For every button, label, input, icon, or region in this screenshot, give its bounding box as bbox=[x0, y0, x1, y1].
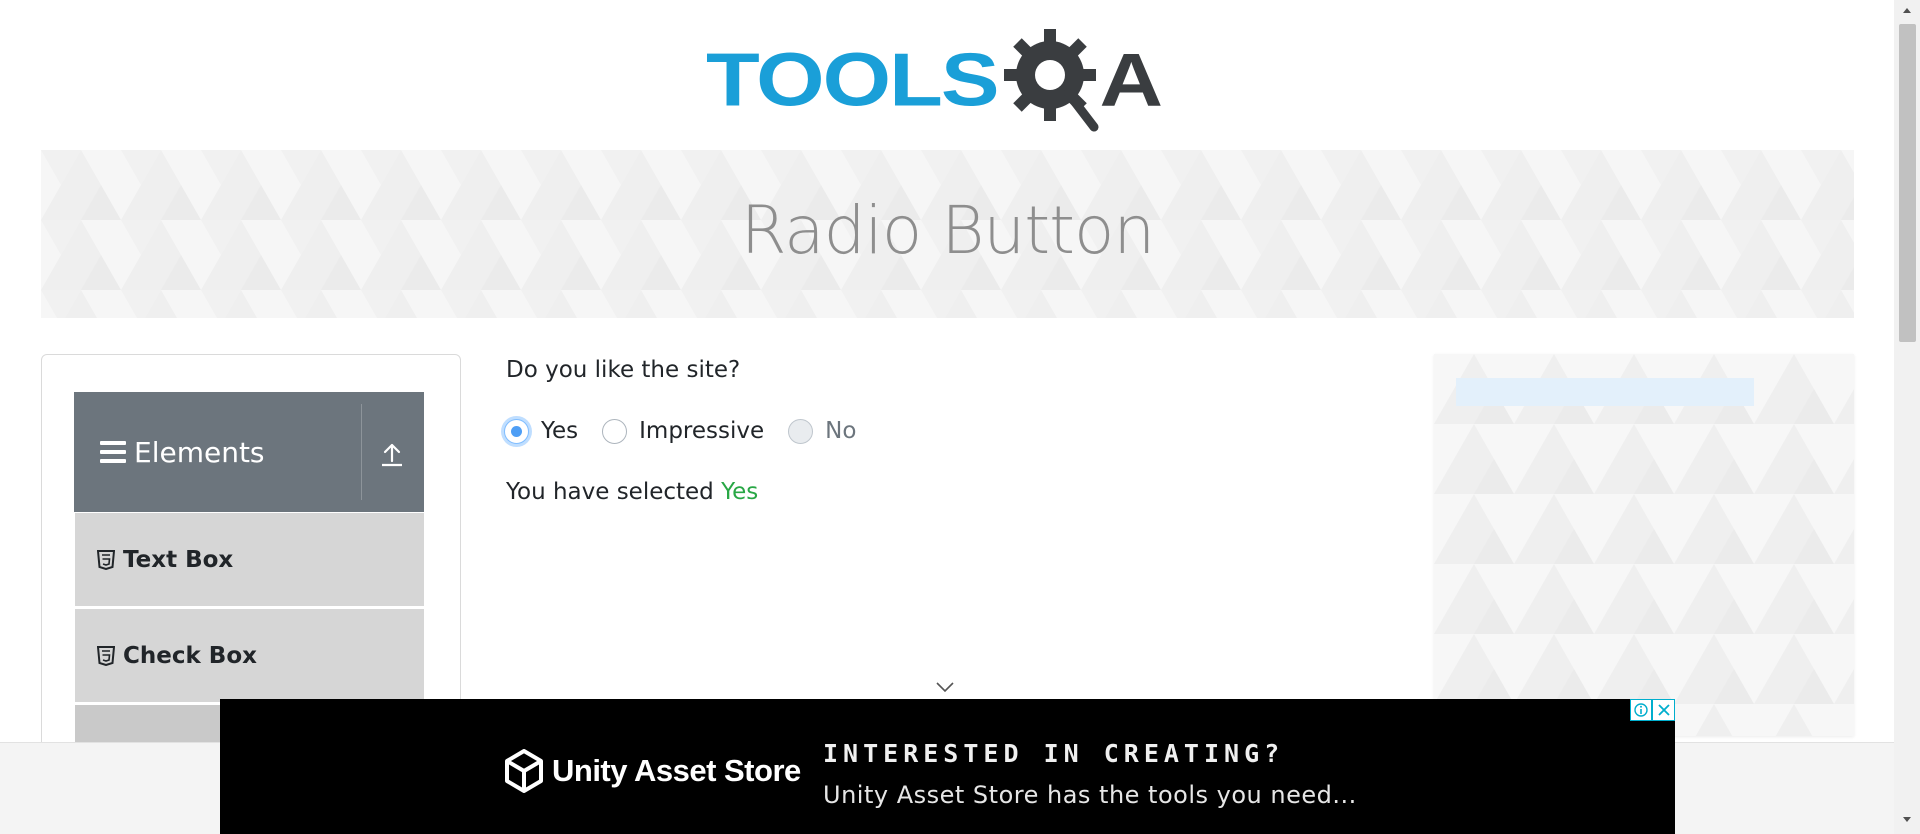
radio-option-yes[interactable]: Yes bbox=[504, 418, 578, 444]
site-header: TOOLS A bbox=[0, 0, 1894, 150]
ad-pattern bbox=[1434, 354, 1854, 736]
radio-label-no: No bbox=[825, 418, 857, 444]
result-prefix: You have selected bbox=[506, 479, 714, 505]
sidebar-accordion: Elements Text Box Check Box bbox=[41, 354, 461, 754]
radio-label-impressive[interactable]: Impressive bbox=[639, 418, 764, 444]
scrollbar-thumb[interactable] bbox=[1899, 24, 1916, 342]
html5-icon bbox=[97, 549, 115, 570]
group-header-elements[interactable]: Elements bbox=[74, 392, 424, 512]
bottom-banner-ad[interactable]: Unity Asset Store INTERESTED IN CREATING… bbox=[220, 699, 1675, 834]
sidebar-item-text-box[interactable]: Text Box bbox=[75, 513, 424, 607]
vertical-scrollbar[interactable] bbox=[1894, 0, 1920, 834]
ad-subline: Unity Asset Store has the tools you need… bbox=[823, 781, 1357, 809]
ad-close-icon[interactable] bbox=[1652, 699, 1675, 721]
group-title: Elements bbox=[134, 435, 265, 469]
page-title: Radio Button bbox=[740, 192, 1155, 269]
question-text: Do you like the site? bbox=[506, 357, 741, 383]
header-divider bbox=[361, 404, 362, 500]
sidebar-item-label: Check Box bbox=[123, 642, 257, 669]
hamburger-icon bbox=[100, 439, 126, 465]
page-banner: Radio Button bbox=[41, 150, 1854, 318]
radio-label-yes[interactable]: Yes bbox=[541, 418, 578, 444]
radio-option-no: No bbox=[788, 418, 856, 444]
radio-impressive[interactable] bbox=[602, 418, 628, 444]
radio-no bbox=[788, 418, 814, 444]
ad-info-icon[interactable] bbox=[1630, 699, 1652, 721]
sidebar-item-check-box[interactable]: Check Box bbox=[75, 609, 424, 703]
toolsqa-logo[interactable]: TOOLS A bbox=[706, 22, 1194, 138]
chevron-down-icon[interactable] bbox=[935, 680, 955, 694]
right-ad-placeholder bbox=[1434, 354, 1854, 736]
unity-logo-icon bbox=[505, 749, 543, 793]
ad-loading-bar bbox=[1456, 378, 1754, 406]
logo-text: TOOLS bbox=[706, 37, 1000, 122]
scroll-up-arrow-icon[interactable] bbox=[1902, 6, 1912, 14]
collapse-upload-icon[interactable] bbox=[377, 439, 407, 469]
scroll-down-arrow-icon[interactable] bbox=[1902, 816, 1912, 824]
gear-magnifier-icon bbox=[1003, 29, 1099, 132]
logo-text-a: A bbox=[1099, 37, 1164, 122]
result-value: Yes bbox=[721, 479, 759, 505]
ad-brand: Unity Asset Store bbox=[504, 749, 801, 793]
radio-yes[interactable] bbox=[504, 418, 529, 444]
ad-brand-text: Unity Asset Store bbox=[552, 753, 801, 788]
radio-group: Yes Impressive No bbox=[504, 418, 880, 444]
sidebar-item-label: Text Box bbox=[123, 546, 234, 573]
ad-headline: INTERESTED IN CREATING? bbox=[823, 739, 1285, 768]
selection-result: You have selected Yes bbox=[506, 479, 758, 505]
html5-icon bbox=[97, 645, 115, 666]
radio-option-impressive[interactable]: Impressive bbox=[602, 418, 764, 444]
